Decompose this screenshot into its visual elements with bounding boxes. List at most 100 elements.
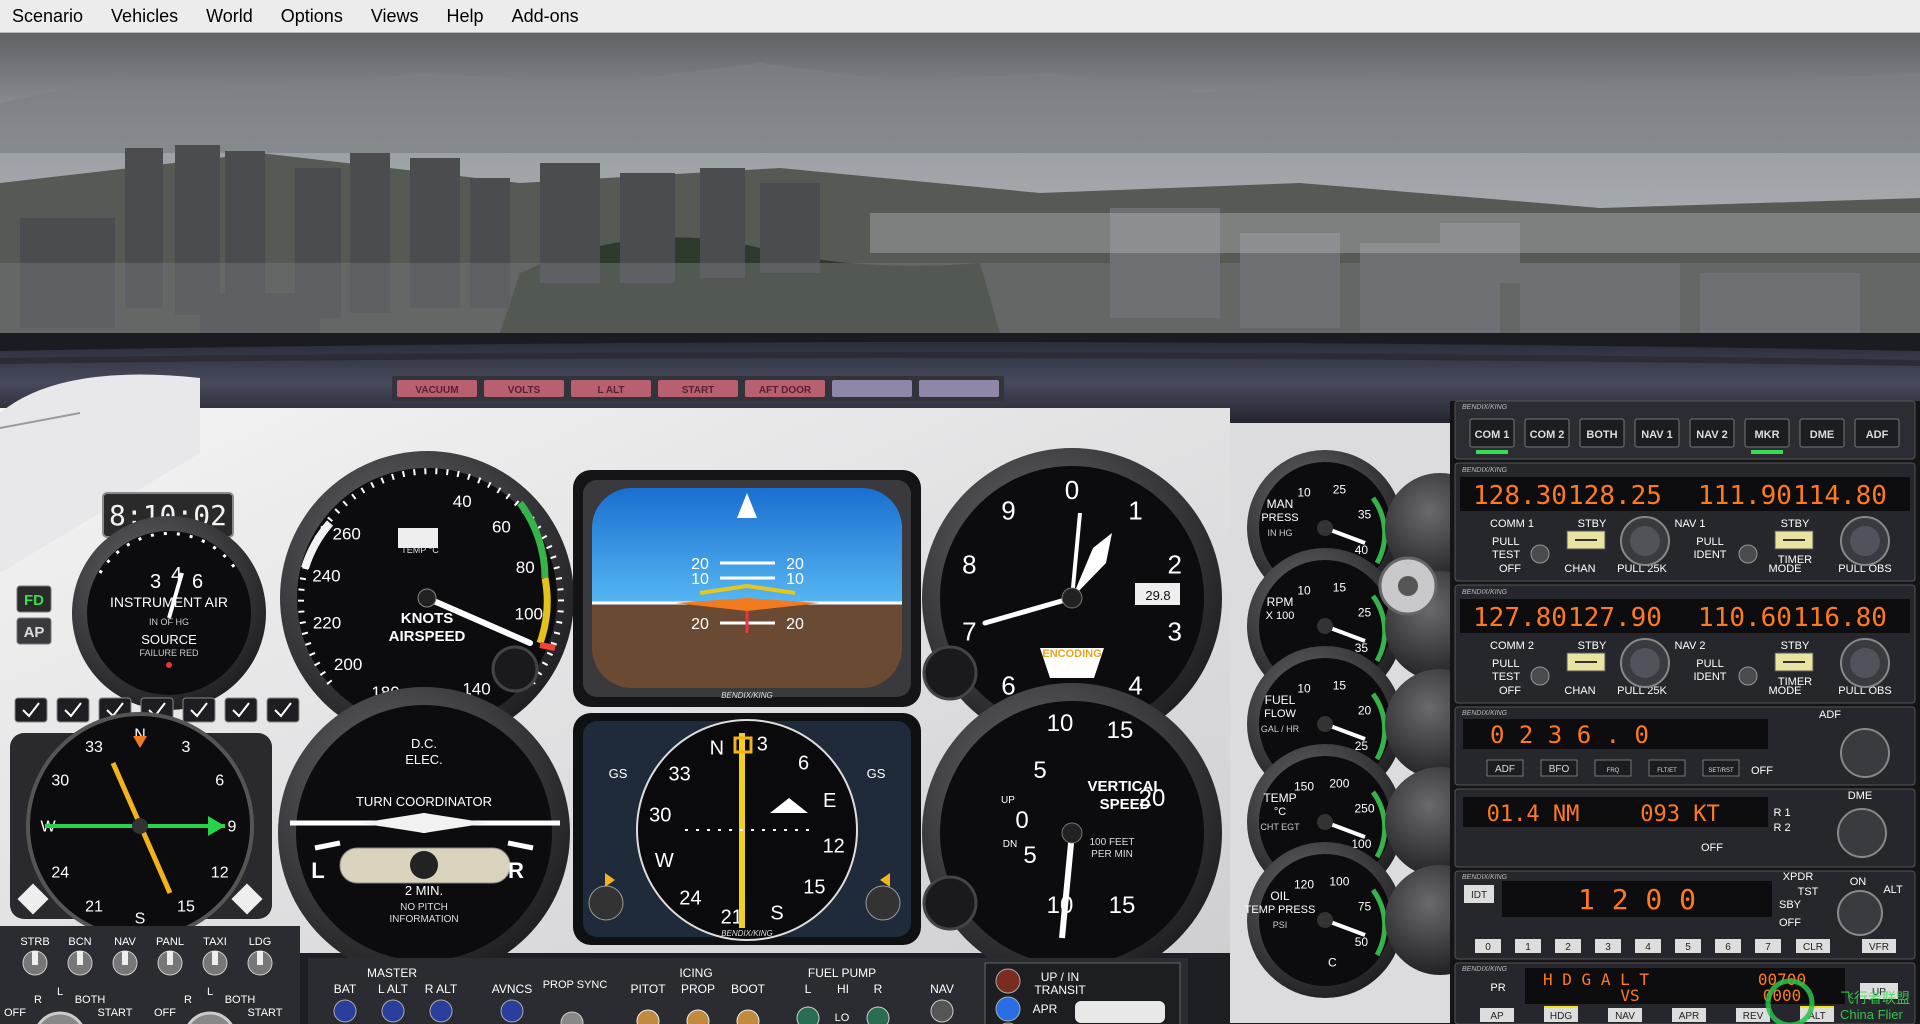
svg-text:10: 10 bbox=[691, 571, 709, 588]
audio-button[interactable]: ADF bbox=[1854, 418, 1900, 448]
compass-icon[interactable] bbox=[182, 697, 216, 723]
com-volume-knob[interactable] bbox=[1530, 544, 1550, 564]
nav-volume-knob[interactable] bbox=[1738, 544, 1758, 564]
gear-lever[interactable] bbox=[1075, 1001, 1165, 1023]
svg-text:NO PITCH: NO PITCH bbox=[400, 902, 448, 913]
menu-help[interactable]: Help bbox=[433, 0, 498, 32]
hsi-card-label: 24 bbox=[679, 887, 701, 909]
adf-button[interactable]: ADF bbox=[1486, 759, 1524, 777]
ap-button[interactable]: AP bbox=[16, 617, 52, 645]
xpdr-mode-knob[interactable] bbox=[1837, 890, 1883, 936]
light-switch[interactable] bbox=[202, 950, 228, 976]
audio-button[interactable]: BOTH bbox=[1579, 418, 1625, 448]
xpdr-key-label: 2 bbox=[1565, 942, 1571, 953]
audio-button[interactable]: NAV 1 bbox=[1634, 418, 1680, 448]
xpdr-key[interactable]: 1 bbox=[1515, 939, 1541, 953]
master-switch[interactable] bbox=[333, 999, 357, 1023]
audio-button-label: BOTH bbox=[1586, 429, 1617, 441]
xpdr-vfr-button[interactable]: VFR bbox=[1862, 939, 1896, 953]
nav-tuning-knob[interactable] bbox=[1840, 638, 1890, 688]
xpdr-key[interactable]: 3 bbox=[1595, 939, 1621, 953]
ap-button[interactable]: REV bbox=[1736, 1008, 1770, 1022]
adf-button[interactable]: SET/RST bbox=[1702, 759, 1740, 777]
menu-vehicles[interactable]: Vehicles bbox=[97, 0, 192, 32]
fd-button[interactable]: FD bbox=[16, 585, 52, 613]
stby-label: STBY bbox=[1578, 518, 1607, 530]
ap-button[interactable]: AP bbox=[1480, 1008, 1514, 1022]
xpdr-key[interactable]: 6 bbox=[1715, 939, 1741, 953]
vsi-tick-label: 0 bbox=[1015, 807, 1028, 834]
menu-options[interactable]: Options bbox=[267, 0, 357, 32]
kneeboard-icon[interactable] bbox=[14, 697, 48, 723]
brand-label: BENDIX/KING bbox=[1462, 589, 1508, 596]
ap-button[interactable]: NAV bbox=[1608, 1008, 1642, 1022]
light-switch[interactable] bbox=[157, 950, 183, 976]
xpdr-sby-label: SBY bbox=[1779, 899, 1802, 911]
atc-icon[interactable] bbox=[56, 697, 90, 723]
menu-addons[interactable]: Add-ons bbox=[498, 0, 593, 32]
altimeter-tick-label: 1 bbox=[1128, 496, 1142, 526]
com-transfer-button[interactable] bbox=[1566, 652, 1606, 672]
adf-button[interactable]: BFO bbox=[1540, 759, 1578, 777]
menu-scenario[interactable]: Scenario bbox=[0, 0, 97, 32]
master-switch[interactable] bbox=[429, 999, 453, 1023]
svg-text:SOURCE: SOURCE bbox=[141, 632, 197, 647]
nav-transfer-button[interactable] bbox=[1774, 530, 1814, 550]
fuel-pump-switch[interactable] bbox=[866, 1006, 890, 1024]
avionics-master-switch[interactable] bbox=[500, 999, 524, 1023]
off-label: OFF bbox=[1499, 685, 1521, 697]
xpdr-clr-button[interactable]: CLR bbox=[1796, 939, 1830, 953]
dme-knob[interactable] bbox=[1837, 808, 1887, 858]
fuel-pump-switch[interactable] bbox=[796, 1006, 820, 1024]
airspeed-tick-label: 240 bbox=[312, 567, 340, 586]
audio-button[interactable]: DME bbox=[1799, 418, 1845, 448]
nav-volume-knob[interactable] bbox=[1738, 666, 1758, 686]
nav-gps-switch[interactable] bbox=[930, 999, 954, 1023]
menu-views[interactable]: Views bbox=[357, 0, 433, 32]
ap-button-label: AP bbox=[1490, 1011, 1504, 1022]
com-tuning-knob[interactable] bbox=[1620, 516, 1670, 566]
ap-button[interactable]: APR bbox=[1672, 1008, 1706, 1022]
audio-button[interactable]: COM 2 bbox=[1524, 418, 1570, 448]
audio-button[interactable]: NAV 2 bbox=[1689, 418, 1735, 448]
adf-button-label: FRQ bbox=[1607, 768, 1620, 774]
light-switch[interactable] bbox=[112, 950, 138, 976]
light-switch[interactable] bbox=[67, 950, 93, 976]
adf-knob[interactable] bbox=[1840, 728, 1890, 778]
nav-standby-freq: 116.80 bbox=[1793, 603, 1887, 633]
vsi-tick-label: 5 bbox=[1033, 757, 1046, 784]
light-switch[interactable] bbox=[22, 950, 48, 976]
nav-transfer-button[interactable] bbox=[1774, 652, 1814, 672]
menu-world[interactable]: World bbox=[192, 0, 267, 32]
sound-icon[interactable] bbox=[266, 697, 300, 723]
adf-button[interactable]: FLT/ET bbox=[1648, 759, 1686, 777]
xpdr-key[interactable]: 7 bbox=[1755, 939, 1781, 953]
master-switch[interactable] bbox=[381, 999, 405, 1023]
xpdr-ident-button[interactable]: IDT bbox=[1464, 885, 1494, 903]
xpdr-key[interactable]: 2 bbox=[1555, 939, 1581, 953]
mode-label: MODE bbox=[1769, 685, 1802, 697]
hsi-card-label: E bbox=[823, 790, 836, 812]
selector-knob[interactable] bbox=[1378, 556, 1438, 616]
com-standby-freq: 128.25 bbox=[1568, 481, 1662, 511]
xpdr-key-label: 7 bbox=[1765, 942, 1771, 953]
nav-tuning-knob[interactable] bbox=[1840, 516, 1890, 566]
xpdr-key-label: 1 bbox=[1525, 942, 1531, 953]
ap-button[interactable]: HDG bbox=[1544, 1006, 1578, 1022]
airspeed-tick-label: 40 bbox=[453, 492, 472, 511]
adf-button[interactable]: FRQ bbox=[1594, 759, 1632, 777]
com-transfer-button[interactable] bbox=[1566, 530, 1606, 550]
com-tuning-knob[interactable] bbox=[1620, 638, 1670, 688]
com-volume-knob[interactable] bbox=[1530, 666, 1550, 686]
svg-text:KNOTS: KNOTS bbox=[401, 610, 454, 627]
adf-button-label: FLT/ET bbox=[1657, 768, 1677, 774]
xpdr-key[interactable]: 4 bbox=[1635, 939, 1661, 953]
light-switch[interactable] bbox=[247, 950, 273, 976]
xpdr-key[interactable]: 5 bbox=[1675, 939, 1701, 953]
fuel-icon[interactable] bbox=[224, 697, 258, 723]
engine-gauge-sub: TEMP PRESS bbox=[1245, 904, 1316, 916]
master-item-label: L ALT bbox=[378, 982, 409, 996]
nav-standby-freq: 114.80 bbox=[1793, 481, 1887, 511]
xpdr-key[interactable]: 0 bbox=[1475, 939, 1501, 953]
dme-distance: 01.4 NM bbox=[1487, 802, 1580, 827]
